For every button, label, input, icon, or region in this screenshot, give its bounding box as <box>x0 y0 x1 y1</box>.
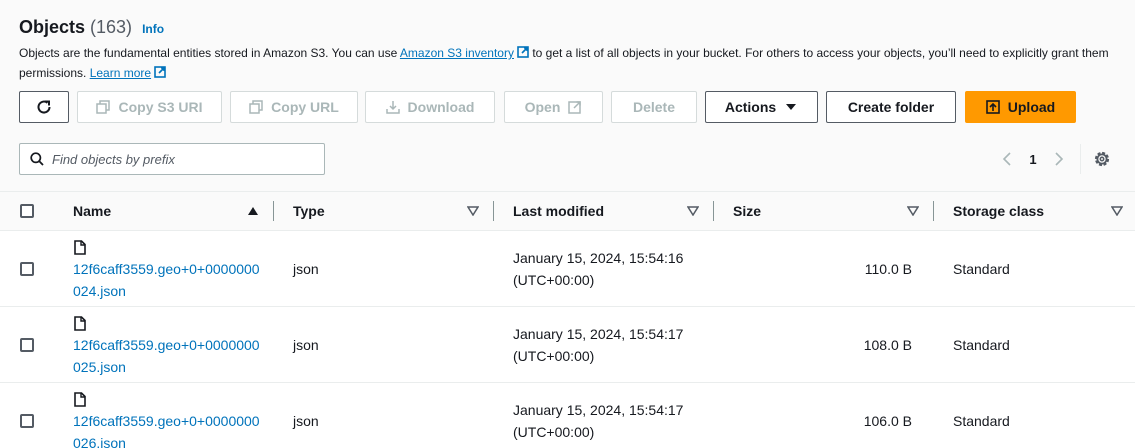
previous-page-button[interactable] <box>996 148 1018 170</box>
next-page-button[interactable] <box>1048 148 1070 170</box>
external-link-icon <box>517 46 529 58</box>
chevron-right-icon <box>1055 152 1064 166</box>
last-modified-date: January 15, 2024, 15:54:17 <box>513 402 684 418</box>
file-icon <box>74 240 86 255</box>
sort-icon[interactable] <box>687 206 699 216</box>
copy-url-button[interactable]: Copy URL <box>230 91 358 123</box>
objects-header: Objects (163) Info <box>19 17 164 38</box>
copy-s3-uri-button[interactable]: Copy S3 URI <box>77 91 222 123</box>
pagination: 1 <box>996 148 1070 170</box>
table-header: Name Type Last modified Size Storage cla… <box>0 191 1135 231</box>
column-divider[interactable] <box>933 201 934 221</box>
external-link-icon <box>154 66 166 78</box>
object-name-link[interactable]: 12f6caff3559.geo+0+0000000026.json <box>73 410 263 448</box>
object-type: json <box>293 337 319 353</box>
pager-divider <box>1080 144 1081 174</box>
download-icon <box>385 101 400 114</box>
objects-panel: Objects (163) Info Objects are the funda… <box>0 0 1135 448</box>
object-storage-class: Standard <box>953 337 1010 353</box>
s3-inventory-link[interactable]: Amazon S3 inventory <box>400 46 514 60</box>
column-header-size[interactable]: Size <box>733 192 761 230</box>
download-button[interactable]: Download <box>365 91 495 123</box>
create-folder-button[interactable]: Create folder <box>826 91 956 123</box>
object-size: 106.0 B <box>863 413 912 429</box>
download-label: Download <box>407 99 475 115</box>
open-label: Open <box>524 99 561 115</box>
column-header-storage-class[interactable]: Storage class <box>953 192 1044 230</box>
object-last-modified: January 15, 2024, 15:54:17 (UTC+00:00) <box>513 399 713 443</box>
upload-label: Upload <box>1007 99 1056 115</box>
row-checkbox[interactable] <box>20 338 34 352</box>
column-header-last-modified[interactable]: Last modified <box>513 192 604 230</box>
actions-dropdown[interactable]: Actions <box>705 91 818 123</box>
page-title: Objects <box>19 17 86 37</box>
create-folder-label: Create folder <box>847 99 935 115</box>
sort-icon[interactable] <box>467 206 479 216</box>
caret-down-icon <box>786 104 797 110</box>
last-modified-timezone: (UTC+00:00) <box>513 424 595 440</box>
chevron-left-icon <box>1002 152 1011 166</box>
desc-text-1: Objects are the fundamental entities sto… <box>19 46 400 60</box>
last-modified-timezone: (UTC+00:00) <box>513 272 595 288</box>
delete-button[interactable]: Delete <box>611 91 697 123</box>
external-link-icon <box>568 101 582 114</box>
info-link[interactable]: Info <box>142 22 164 36</box>
sort-icon[interactable] <box>1111 206 1123 216</box>
upload-icon <box>985 100 1000 114</box>
table-row[interactable]: 12f6caff3559.geo+0+0000000024.json json … <box>0 231 1135 307</box>
object-last-modified: January 15, 2024, 15:54:16 (UTC+00:00) <box>513 247 713 291</box>
row-checkbox[interactable] <box>20 262 34 276</box>
open-button[interactable]: Open <box>504 91 603 123</box>
sort-ascending-icon[interactable] <box>247 206 259 216</box>
object-last-modified: January 15, 2024, 15:54:17 (UTC+00:00) <box>513 323 713 367</box>
refresh-button[interactable] <box>19 91 69 123</box>
gear-icon[interactable] <box>1092 149 1112 169</box>
object-type: json <box>293 261 319 277</box>
search-box[interactable] <box>19 143 325 175</box>
object-size: 108.0 B <box>863 337 912 353</box>
column-divider[interactable] <box>273 201 274 221</box>
delete-label: Delete <box>632 99 676 115</box>
row-checkbox[interactable] <box>20 414 34 428</box>
objects-description: Objects are the fundamental entities sto… <box>19 43 1129 83</box>
last-modified-timezone: (UTC+00:00) <box>513 348 595 364</box>
object-name-link[interactable]: 12f6caff3559.geo+0+0000000025.json <box>73 334 263 378</box>
file-icon <box>74 392 86 407</box>
upload-button[interactable]: Upload <box>965 91 1076 123</box>
copy-icon <box>96 100 111 114</box>
object-storage-class: Standard <box>953 261 1010 277</box>
search-input[interactable] <box>52 144 320 174</box>
copy-url-label: Copy URL <box>271 99 339 115</box>
table-row[interactable]: 12f6caff3559.geo+0+0000000025.json json … <box>0 307 1135 383</box>
object-count: (163) <box>90 17 133 37</box>
object-name-link[interactable]: 12f6caff3559.geo+0+0000000024.json <box>73 258 263 302</box>
file-icon <box>74 316 86 331</box>
object-size: 110.0 B <box>864 261 912 277</box>
last-modified-date: January 15, 2024, 15:54:17 <box>513 326 684 342</box>
object-storage-class: Standard <box>953 413 1010 429</box>
object-type: json <box>293 413 319 429</box>
refresh-icon <box>37 100 51 114</box>
search-icon <box>30 152 44 166</box>
actions-label: Actions <box>724 99 777 115</box>
column-divider[interactable] <box>713 201 714 221</box>
column-header-name[interactable]: Name <box>73 192 111 230</box>
column-header-type[interactable]: Type <box>293 192 325 230</box>
learn-more-link[interactable]: Learn more <box>90 66 151 80</box>
select-all-checkbox[interactable] <box>20 204 34 218</box>
last-modified-date: January 15, 2024, 15:54:16 <box>513 250 684 266</box>
table-row[interactable]: 12f6caff3559.geo+0+0000000026.json json … <box>0 383 1135 448</box>
column-divider[interactable] <box>493 201 494 221</box>
current-page[interactable]: 1 <box>1018 152 1048 167</box>
copy-icon <box>249 100 263 114</box>
copy-s3-uri-label: Copy S3 URI <box>118 99 203 115</box>
sort-icon[interactable] <box>907 206 919 216</box>
